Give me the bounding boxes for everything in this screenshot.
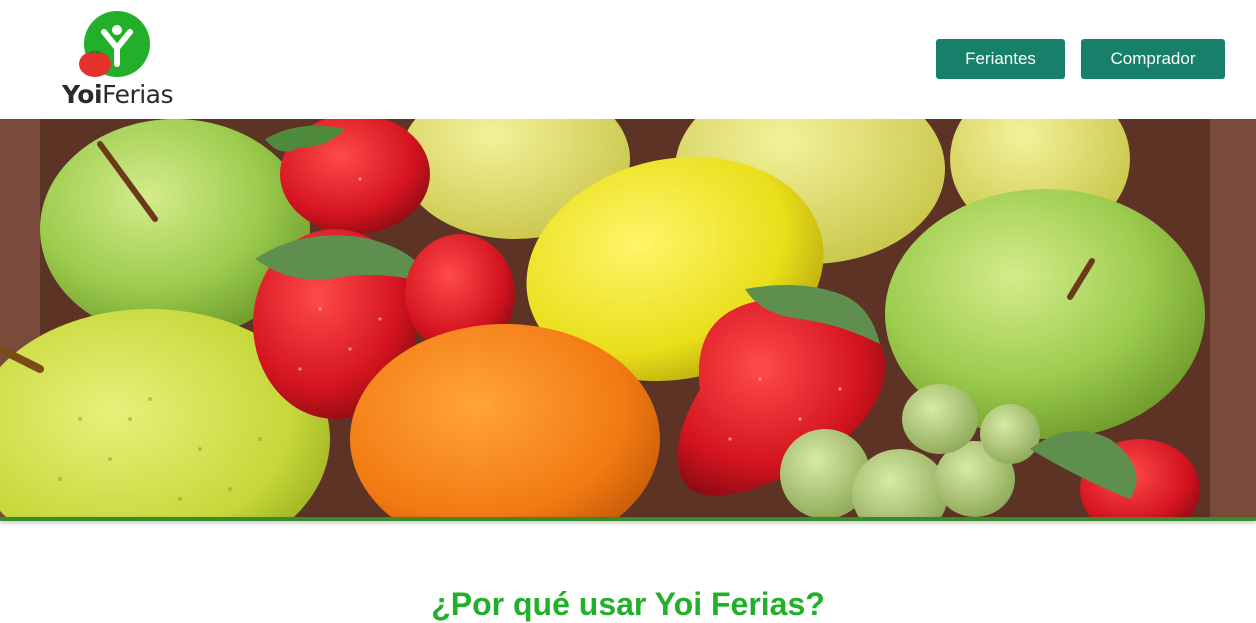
section-title: ¿Por qué usar Yoi Ferias?: [431, 586, 825, 622]
comprador-button[interactable]: Comprador: [1081, 39, 1225, 79]
fruit-photo-illustration: [0, 119, 1256, 518]
logo-wordmark: YoiFerias: [62, 80, 174, 109]
site-header: YoiFerias Feriantes Comprador: [0, 0, 1256, 118]
logo-text-ferias: Ferias: [102, 80, 174, 109]
feriantes-button[interactable]: Feriantes: [936, 39, 1065, 79]
logo-text-yoi: Yoi: [62, 80, 103, 109]
hero-banner-image: [0, 119, 1256, 518]
hero-accent-bar: [0, 517, 1256, 521]
